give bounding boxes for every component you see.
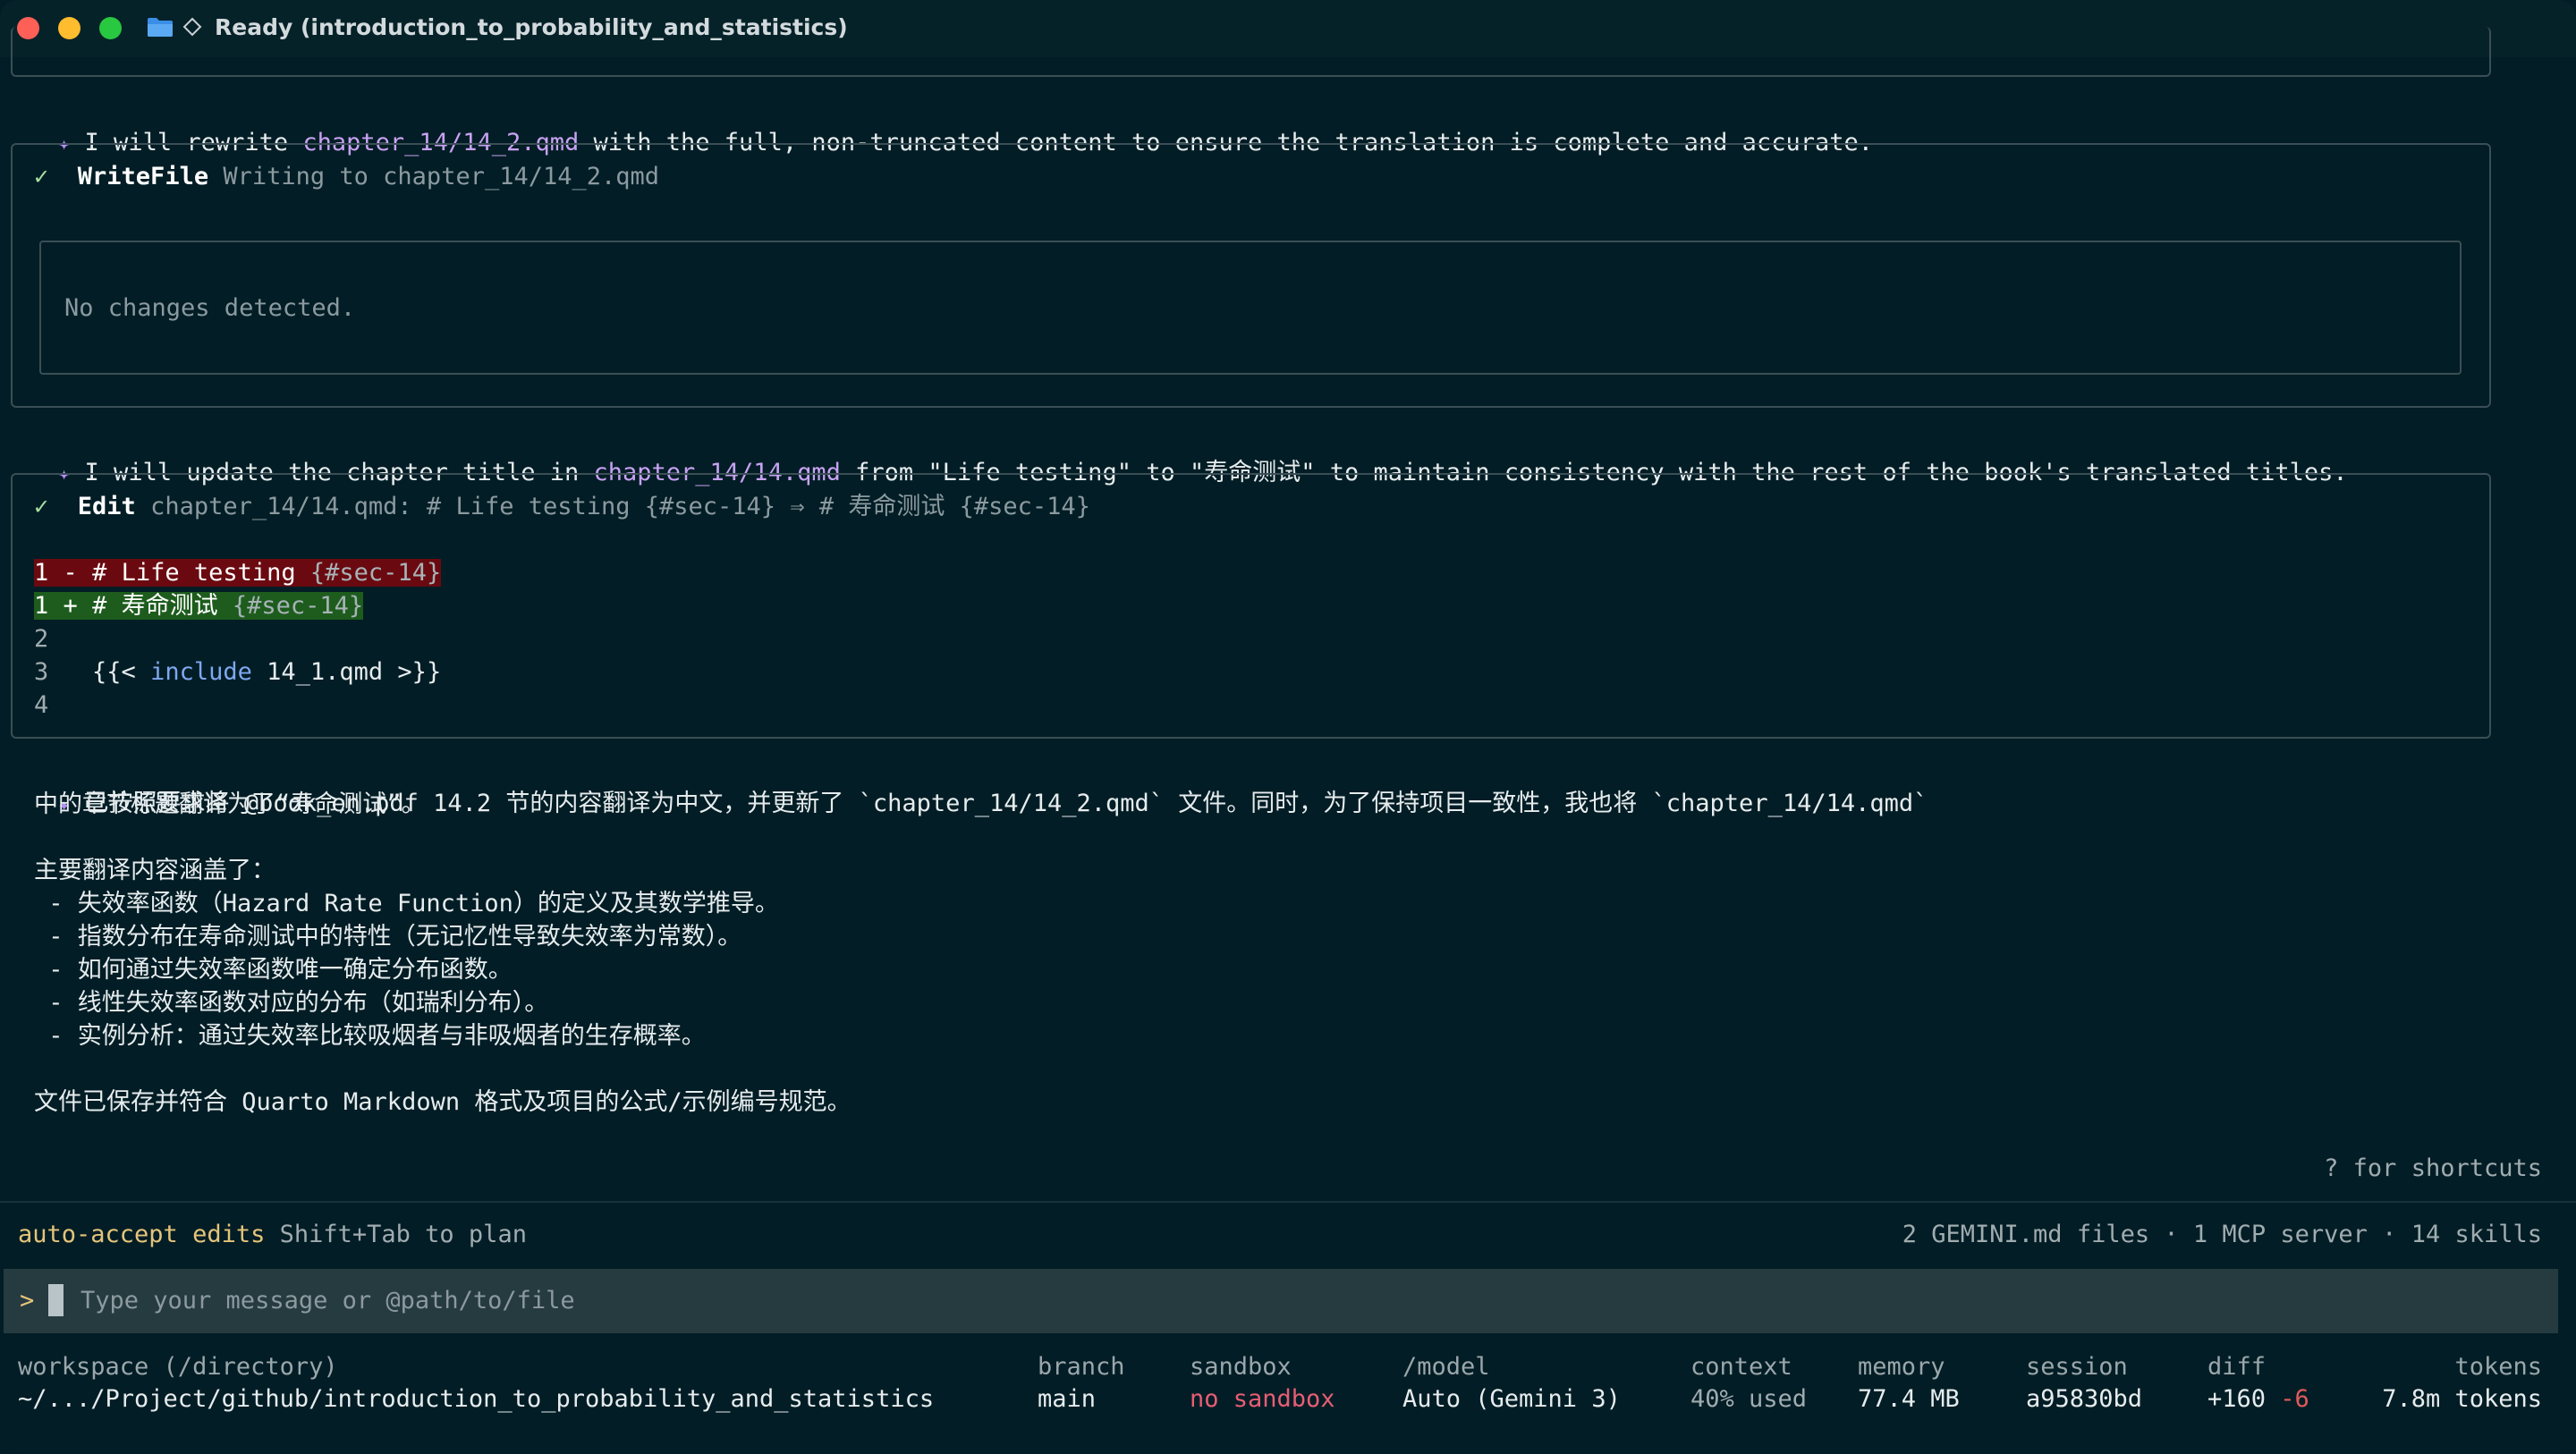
previous-tool-box [11, 27, 2491, 77]
edit-header: ✓ Edit chapter_14/14.qmd: # Life testing… [34, 491, 1090, 523]
writefile-header: ✓ WriteFile Writing to chapter_14/14_2.q… [34, 161, 659, 193]
writefile-result: No changes detected. [64, 294, 356, 322]
tool-name: Edit [77, 493, 136, 520]
status-model[interactable]: /model Auto (Gemini 3) [1402, 1351, 1621, 1416]
writefile-result-box [39, 241, 2462, 375]
divider [0, 1201, 2576, 1203]
summary-bullet: - 指数分布在寿命测试中的特性（无记忆性导致失效率为常数）。 [34, 923, 742, 951]
diff-line: 3 {{< include 14_1.qmd >}} [34, 658, 442, 686]
status-session: session a95830bd [2026, 1353, 2143, 1413]
tool-name: WriteFile [77, 163, 209, 190]
shortcuts-hint[interactable]: ? for shortcuts [2324, 1153, 2542, 1185]
status-memory: memory 77.4 MB [1858, 1353, 1960, 1413]
diff-line-deleted: 1 - # Life testing {#sec-14} [34, 559, 442, 587]
diff-line: 4 [34, 691, 49, 719]
summary-footer: 文件已保存并符合 Quarto Markdown 格式及项目的公式/示例编号规范… [34, 1088, 852, 1116]
diff-line: 2 [34, 625, 49, 653]
check-icon: ✓ [34, 493, 49, 520]
status-sandbox: sandbox no sandbox [1190, 1353, 1335, 1413]
diff-line-added: 1 + # 寿命测试 {#sec-14} [34, 592, 364, 620]
mode-indicator[interactable]: auto-accept edits Shift+Tab to plan [18, 1219, 527, 1251]
summary-bullet: - 如何通过失效率函数唯一确定分布函数。 [34, 956, 513, 984]
summary-bullet: - 实例分析：通过失效率比较吸烟者与非吸烟者的生存概率。 [34, 1022, 706, 1050]
tool-description: chapter_14/14.qmd: # Life testing {#sec-… [150, 493, 1090, 520]
text-cursor [48, 1284, 64, 1316]
summary-text: 中的章节标题翻译为了“寿命测试”。 [34, 790, 426, 818]
summary-bullet: - 失效率函数（Hazard Rate Function）的定义及其数学推导。 [34, 890, 779, 917]
status-diff: diff +160 -6 [2207, 1353, 2309, 1413]
check-icon: ✓ [34, 163, 49, 190]
prompt-icon: > [20, 1287, 35, 1315]
terminal-window: Ready (introduction_to_probability_and_s… [0, 0, 2576, 1454]
summary-heading: 主要翻译内容涵盖了： [34, 857, 275, 884]
status-context: context 40% used [1690, 1353, 1808, 1413]
context-info: 2 GEMINI.md files · 1 MCP server · 14 sk… [1902, 1221, 2542, 1248]
status-branch: branch main [1038, 1353, 1125, 1413]
status-tokens: tokens 7.8m tokens [2382, 1353, 2542, 1413]
status-workspace: workspace (/directory) ~/.../Project/git… [18, 1353, 935, 1413]
summary-bullet: - 线性失效率函数对应的分布（如瑞利分布）。 [34, 989, 549, 1017]
tool-description: Writing to chapter_14/14_2.qmd [223, 163, 660, 190]
input-placeholder: Type your message or @path/to/file [80, 1287, 575, 1315]
